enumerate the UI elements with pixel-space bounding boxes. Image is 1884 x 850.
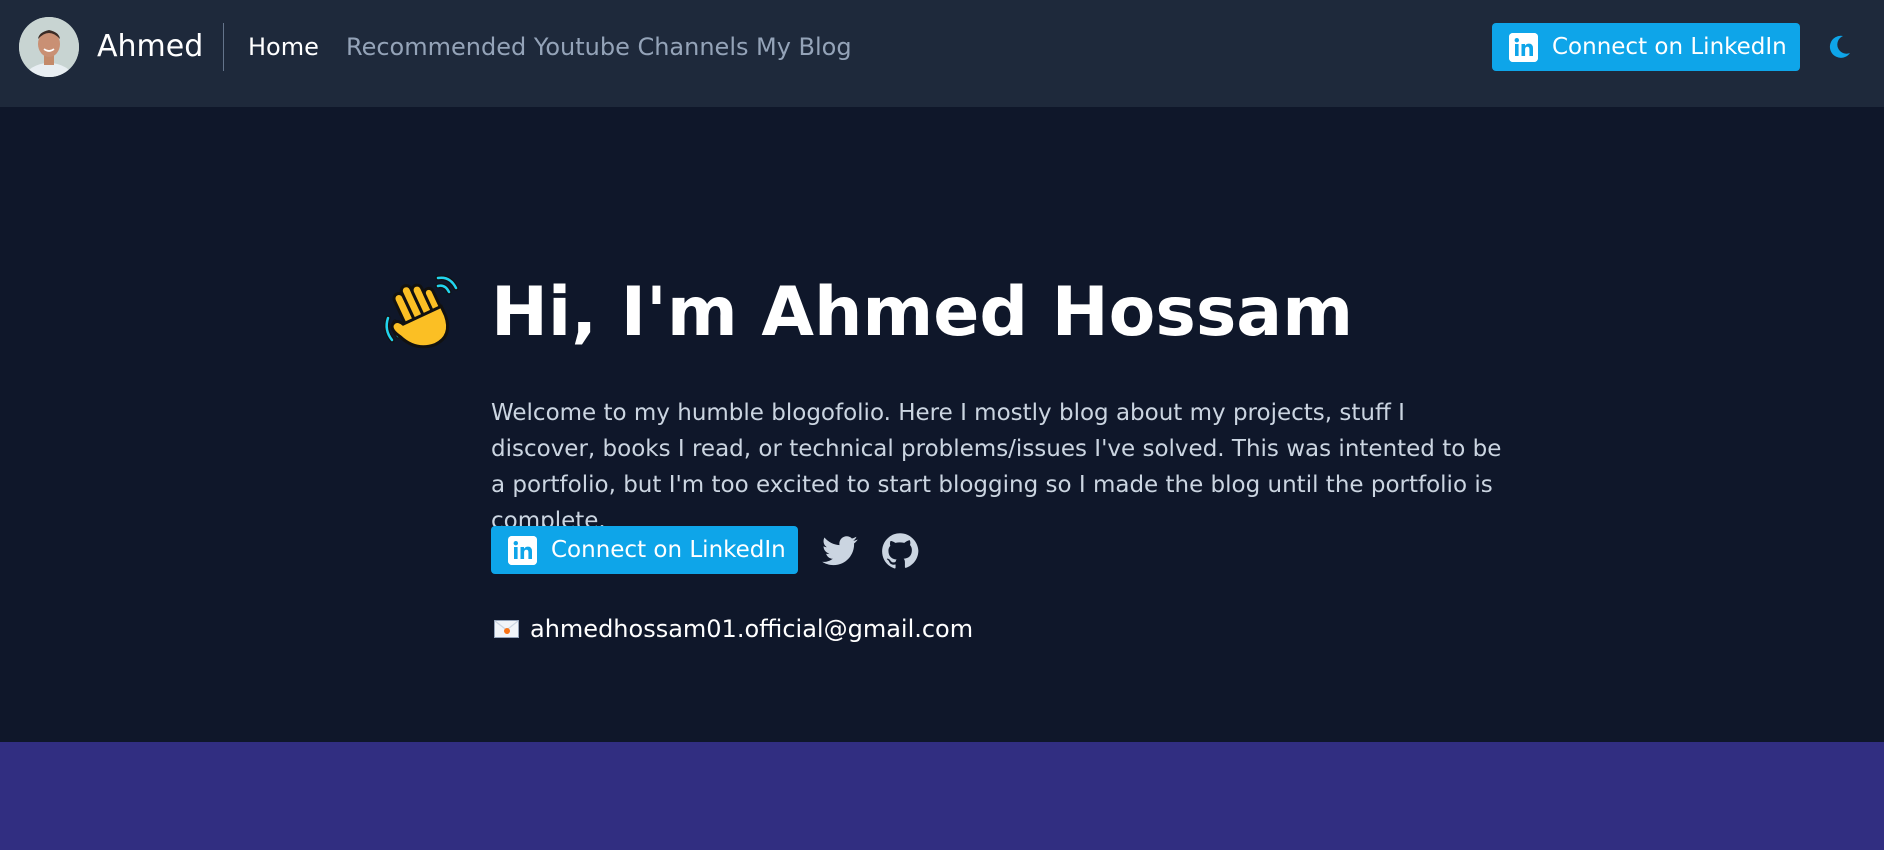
envelope-icon [494, 619, 519, 639]
header-linkedin-button[interactable]: Connect on LinkedIn [1492, 23, 1800, 71]
hero-title: Hi, I'm Ahmed Hossam [491, 273, 1354, 352]
nav-home[interactable]: Home [248, 31, 319, 63]
github-icon[interactable] [881, 532, 919, 570]
hero-linkedin-button[interactable]: Connect on LinkedIn [491, 526, 798, 574]
email-link[interactable]: ahmedhossam01.official@gmail.com [530, 612, 973, 646]
linkedin-icon [1509, 32, 1538, 62]
top-navbar: Ahmed Home Recommended Youtube Channels … [0, 0, 1884, 107]
header-divider [223, 23, 224, 71]
hero-linkedin-label: Connect on LinkedIn [551, 537, 786, 563]
brand-name[interactable]: Ahmed [97, 26, 203, 68]
moon-icon[interactable] [1826, 34, 1852, 60]
nav-recommended-youtube-channels[interactable]: Recommended Youtube Channels [346, 31, 749, 63]
avatar[interactable] [19, 17, 79, 77]
header-linkedin-label: Connect on LinkedIn [1552, 34, 1787, 60]
hero-intro-text: Welcome to my humble blogofolio. Here I … [491, 400, 1502, 534]
waving-hand-icon [378, 272, 464, 358]
next-section [0, 742, 1884, 850]
twitter-icon[interactable] [821, 532, 859, 570]
linkedin-icon [508, 535, 537, 565]
nav-my-blog[interactable]: My Blog [756, 31, 852, 63]
